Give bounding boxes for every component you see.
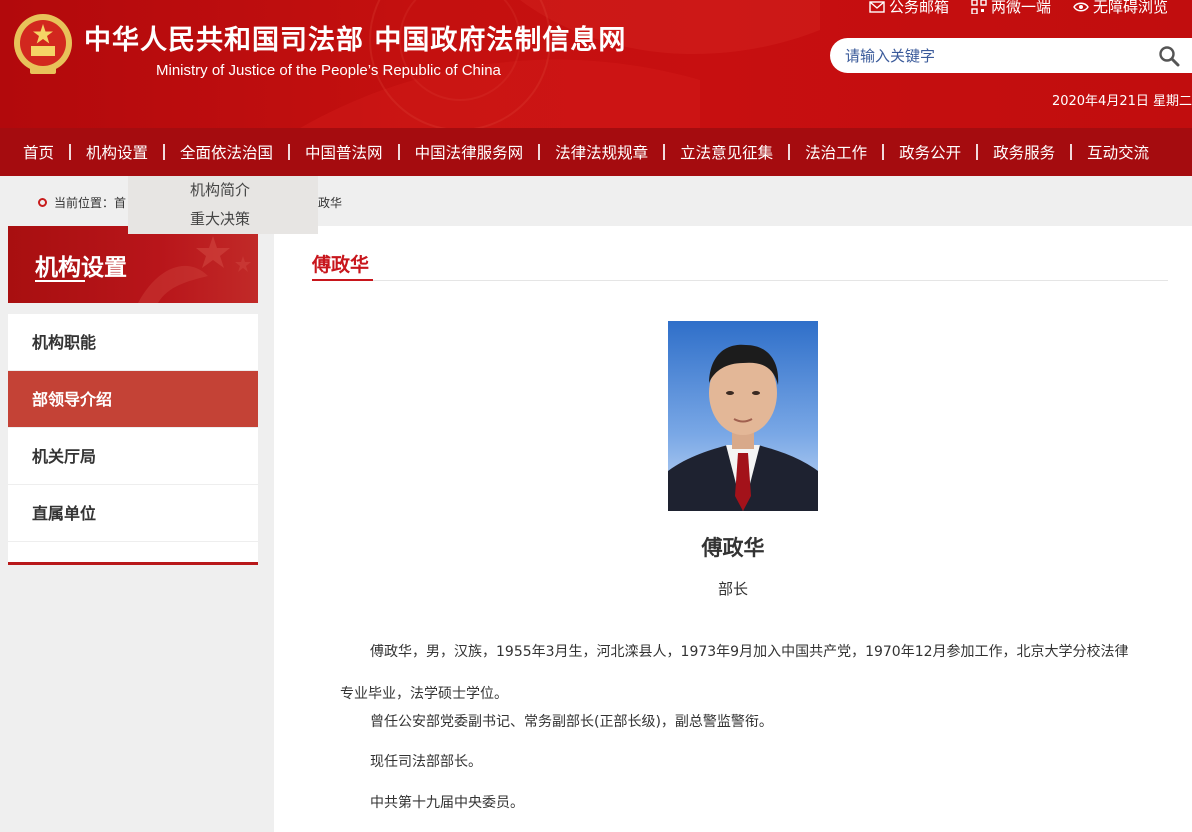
sidebar-title: 机构设置 bbox=[35, 255, 127, 281]
breadcrumb-home-link[interactable]: 首 bbox=[114, 194, 126, 211]
breadcrumb: 当前位置： 首 bbox=[38, 194, 126, 211]
bio-paragraph: 中共第十九届中央委员。 bbox=[370, 795, 524, 811]
top-links: 公务邮箱 两微一端 无障碍浏览 bbox=[869, 0, 1168, 17]
sidebar-item-affiliated-units[interactable]: 直属单位 bbox=[8, 485, 258, 542]
title-divider bbox=[312, 280, 1168, 281]
nav-item-legal-services[interactable]: 中国法律服务网 bbox=[400, 141, 539, 163]
location-dot-icon bbox=[38, 198, 47, 207]
main-content: 傅政华 傅政华 部长 傅政华，男，汉族，1955年3月生，河北滦县人，1973年… bbox=[274, 226, 1192, 832]
search-icon[interactable] bbox=[1158, 45, 1180, 67]
dropdown-item-overview[interactable]: 机构简介 bbox=[128, 176, 318, 205]
breadcrumb-current: 政华 bbox=[318, 196, 343, 210]
leader-portrait bbox=[668, 321, 818, 511]
search-input[interactable] bbox=[845, 46, 1135, 65]
sidebar-item-departments[interactable]: 机关厅局 bbox=[8, 428, 258, 485]
leader-name: 傅政华 bbox=[701, 536, 765, 560]
sidebar-menu: 机构职能 部领导介绍 机关厅局 直属单位 bbox=[8, 314, 258, 565]
article-title: 傅政华 bbox=[312, 254, 370, 276]
bio-paragraph: 曾任公安部党委副书记、常务副部长(正部长级)，副总警监警衔。 bbox=[370, 714, 773, 730]
mail-icon bbox=[869, 0, 885, 13]
nav-item-interaction[interactable]: 互动交流 bbox=[1072, 141, 1164, 163]
site-header: 中华人民共和国司法部 中国政府法制信息网 Ministry of Justice… bbox=[0, 0, 1192, 128]
nav-item-organization[interactable]: 机构设置 bbox=[71, 141, 163, 163]
nav-item-legal-work[interactable]: 法治工作 bbox=[790, 141, 882, 163]
national-emblem-icon bbox=[14, 14, 72, 74]
qrcode-icon bbox=[971, 0, 987, 14]
sidebar-item-functions[interactable]: 机构职能 bbox=[8, 314, 258, 371]
sidebar-title-underline bbox=[35, 280, 85, 282]
bio-paragraph: 现任司法部部长。 bbox=[370, 754, 482, 770]
sidebar-item-leaders[interactable]: 部领导介绍 bbox=[8, 371, 258, 428]
title-accent-bar bbox=[312, 279, 373, 281]
site-subtitle: Ministry of Justice of the People’s Repu… bbox=[156, 62, 501, 79]
nav-item-rule-of-law[interactable]: 全面依法治国 bbox=[165, 141, 288, 163]
current-date: 2020年4月21日 星期二 bbox=[1051, 94, 1192, 109]
nav-item-legislation-opinions[interactable]: 立法意见征集 bbox=[665, 141, 788, 163]
breadcrumb-label: 当前位置： bbox=[54, 196, 115, 210]
site-title: 中华人民共和国司法部 中国政府法制信息网 bbox=[84, 25, 627, 56]
wechat-weibo-link[interactable]: 两微一端 bbox=[971, 0, 1051, 17]
nav-item-laws[interactable]: 法律法规规章 bbox=[540, 141, 663, 163]
leader-role: 部长 bbox=[717, 580, 748, 598]
search-box bbox=[830, 38, 1192, 73]
sidebar-header: 机构设置 bbox=[8, 226, 258, 303]
nav-item-pufa[interactable]: 中国普法网 bbox=[290, 141, 398, 163]
nav-item-gov-affairs[interactable]: 政务公开 bbox=[884, 141, 976, 163]
sidebar-bottom-bar bbox=[8, 562, 258, 565]
nav-dropdown-menu: 机构简介 重大决策 bbox=[128, 176, 318, 234]
eye-icon bbox=[1073, 2, 1089, 11]
dropdown-item-decisions[interactable]: 重大决策 bbox=[128, 205, 318, 234]
official-mail-link[interactable]: 公务邮箱 bbox=[869, 0, 949, 17]
nav-item-gov-services[interactable]: 政务服务 bbox=[978, 141, 1070, 163]
sidebar-header-decoration bbox=[138, 236, 251, 303]
main-nav: 首页 机构设置 全面依法治国 中国普法网 中国法律服务网 法律法规规章 立法意见… bbox=[0, 128, 1192, 176]
bio-paragraph: 傅政华，男，汉族，1955年3月生，河北滦县人，1973年9月加入中国共产党，1… bbox=[340, 644, 1129, 702]
nav-item-home[interactable]: 首页 bbox=[8, 141, 69, 163]
accessibility-link[interactable]: 无障碍浏览 bbox=[1073, 0, 1168, 17]
